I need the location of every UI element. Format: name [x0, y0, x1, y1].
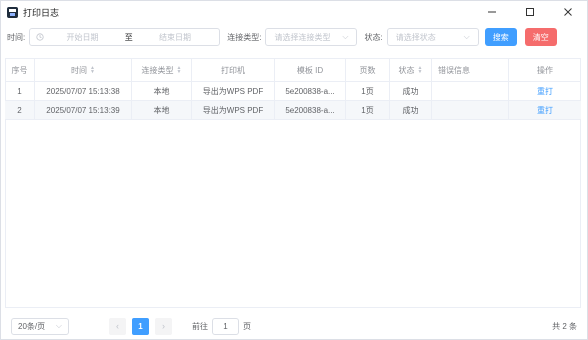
date-range-picker[interactable]: 开始日期 至 结束日期: [29, 28, 221, 46]
maximize-icon: [526, 8, 534, 16]
minimize-button[interactable]: [473, 1, 511, 23]
print-log-window: 打印日志 时间: 开始日期 至 结束日期 连接类型: 请选择连接类型 ⌵ 状态:: [0, 0, 588, 340]
col-time-label: 时间: [71, 65, 88, 75]
window-title: 打印日志: [23, 7, 60, 18]
filter-bar: 时间: 开始日期 至 结束日期 连接类型: 请选择连接类型 ⌵ 状态: 请选择状…: [7, 28, 581, 46]
total-count: 共 2 条: [552, 321, 577, 331]
col-conn-type-label: 连接类型: [141, 65, 174, 75]
col-time[interactable]: 时间 ▲ ▼: [35, 59, 132, 81]
page-number-current[interactable]: 1: [132, 317, 149, 335]
cell-status: 成功: [390, 101, 432, 119]
conn-type-placeholder: 请选择连接类型: [274, 32, 331, 42]
cell-conn-type: 本地: [132, 82, 192, 100]
cell-status: 成功: [390, 82, 432, 100]
title-bar: 打印日志: [1, 1, 587, 23]
sort-icon[interactable]: ▲ ▼: [90, 66, 95, 75]
cell-time: 2025/07/07 15:13:39: [35, 101, 132, 119]
cell-conn-type: 本地: [132, 101, 192, 119]
goto-prefix: 前往: [192, 321, 208, 331]
cell-template-id: 5e200838-a...: [275, 101, 346, 119]
cell-printer: 导出为WPS PDF: [192, 82, 275, 100]
reprint-link[interactable]: 重打: [537, 86, 553, 97]
table-header: 序号 时间 ▲ ▼ 连接类型 ▲ ▼ 打印机 模板 ID 页数 状态 ▲ ▼ 错误信息…: [5, 59, 581, 82]
pagination-bar: 20条/页 ⌵ ‹ 1 › 前往 1 页 共 2 条: [11, 317, 577, 335]
close-button[interactable]: [549, 1, 587, 23]
search-button[interactable]: 搜索: [484, 28, 517, 46]
conn-type-label: 连接类型:: [227, 32, 262, 42]
chevron-down-icon: ⌵: [342, 32, 349, 41]
close-icon: [564, 8, 572, 16]
cell-template-id: 5e200838-a...: [275, 82, 346, 100]
reprint-link[interactable]: 重打: [537, 105, 553, 116]
end-date-input[interactable]: 结束日期: [137, 32, 214, 43]
col-conn-type[interactable]: 连接类型 ▲ ▼: [132, 59, 192, 81]
app-icon: [7, 6, 18, 18]
col-action: 操作: [537, 65, 553, 75]
conn-type-select[interactable]: 请选择连接类型 ⌵: [265, 28, 358, 46]
col-pages: 页数: [346, 59, 390, 81]
table-row: 2 2025/07/07 15:13:39 本地 导出为WPS PDF 5e20…: [5, 101, 581, 120]
time-label: 时间:: [7, 32, 26, 42]
goto-page-input[interactable]: 1: [212, 317, 239, 335]
start-date-input[interactable]: 开始日期: [44, 32, 121, 43]
col-status-label: 状态: [398, 65, 415, 75]
cell-action: 重打: [509, 101, 581, 119]
log-table: 序号 时间 ▲ ▼ 连接类型 ▲ ▼ 打印机 模板 ID 页数 状态 ▲ ▼ 错误信息…: [5, 58, 581, 120]
cell-error: [432, 82, 509, 100]
clear-button[interactable]: 清空: [524, 28, 557, 46]
col-status[interactable]: 状态 ▲ ▼: [390, 59, 432, 81]
col-template-id: 模板 ID: [275, 59, 346, 81]
status-label: 状态:: [364, 32, 383, 42]
goto-page: 前往 1 页: [192, 317, 251, 335]
sort-icon[interactable]: ▲ ▼: [177, 66, 182, 75]
cell-pages: 1页: [346, 101, 390, 119]
cell-error: [432, 101, 509, 119]
minimize-icon: [488, 11, 496, 13]
page-size-select[interactable]: 20条/页 ⌵: [11, 317, 69, 335]
cell-time: 2025/07/07 15:13:38: [35, 82, 132, 100]
goto-suffix: 页: [243, 321, 251, 331]
cell-index: 2: [5, 101, 35, 119]
prev-page-button[interactable]: ‹: [109, 317, 126, 335]
col-error: 错误信息: [432, 59, 509, 81]
maximize-button[interactable]: [511, 1, 549, 23]
cell-index: 1: [5, 82, 35, 100]
col-index: 序号: [5, 59, 35, 81]
status-select[interactable]: 请选择状态 ⌵: [386, 28, 479, 46]
status-placeholder: 请选择状态: [395, 32, 436, 42]
chevron-left-icon: ‹: [116, 321, 119, 331]
page-size-value: 20条/页: [18, 321, 46, 331]
chevron-right-icon: ›: [162, 321, 165, 331]
sort-icon[interactable]: ▲ ▼: [418, 66, 423, 75]
cell-action: 重打: [509, 82, 581, 100]
window-controls: [473, 1, 587, 23]
cell-printer: 导出为WPS PDF: [192, 101, 275, 119]
col-printer: 打印机: [192, 59, 275, 81]
range-separator: 至: [124, 32, 133, 42]
clock-icon: [36, 33, 44, 41]
table-row: 1 2025/07/07 15:13:38 本地 导出为WPS PDF 5e20…: [5, 82, 581, 101]
chevron-down-icon: ⌵: [463, 32, 470, 41]
pager: ‹ 1 › 前往 1 页: [109, 317, 251, 335]
next-page-button[interactable]: ›: [155, 317, 172, 335]
cell-pages: 1页: [346, 82, 390, 100]
chevron-down-icon: ⌵: [55, 321, 62, 330]
